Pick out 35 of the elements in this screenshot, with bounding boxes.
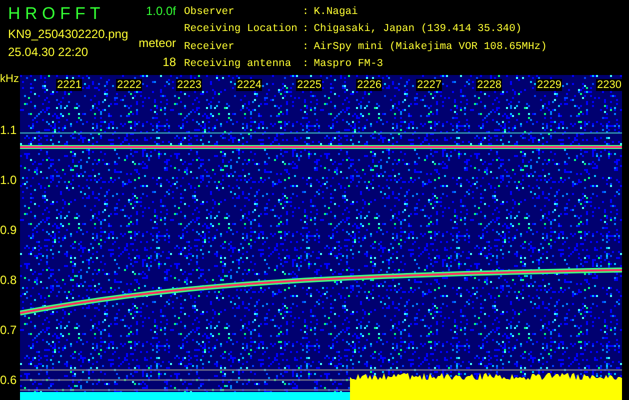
info-separator: : [302,40,309,54]
time-tick-label: 2230 [596,79,622,91]
app-title: H R O F F T [8,4,102,24]
time-tick-label: 2222 [116,79,142,91]
info-label: Observer [184,6,236,20]
timestamp: 25.04.30 22:20 [8,45,90,60]
frequency-tick-label: 1.0 [0,173,17,187]
frequency-tick-label: 0.9 [0,223,17,237]
time-tick-label: 2227 [416,79,442,91]
frequency-tick-label: 0.6 [0,373,17,387]
time-tick-label: 2226 [356,79,382,91]
info-label: Receiving antenna [184,58,292,72]
time-tick-label: 2221 [56,79,82,91]
info-value: AirSpy mini (Miakejima VOR 108.65MHz) [314,40,547,54]
info-value: K.Nagai [314,6,359,20]
time-tick-label: 2224 [236,79,262,91]
time-tick-label: 2223 [176,79,202,91]
count-label: meteor [138,36,176,51]
frequency-tick-label: 0.8 [0,273,17,287]
version-label: 1.0.0f [146,4,176,18]
info-label: Receiver [184,40,236,54]
frequency-tick-label: 1.1 [0,123,17,137]
info-label: Receiving Location [184,23,298,38]
unit-label: kHz [0,73,19,85]
info-separator: : [302,23,309,38]
info-value: Chigasaki, Japan (139.414 35.340) [314,23,523,38]
info-separator: : [302,58,309,72]
meteor-count: 18 [162,55,176,70]
info-value: Maspro FM-3 [314,58,384,72]
time-tick-label: 2228 [476,79,502,91]
info-separator: : [302,6,309,20]
file-name: KN9_2504302220.png [8,27,130,42]
time-tick-label: 2229 [536,79,562,91]
frequency-tick-label: 0.7 [0,323,17,337]
time-tick-label: 2225 [296,79,322,91]
